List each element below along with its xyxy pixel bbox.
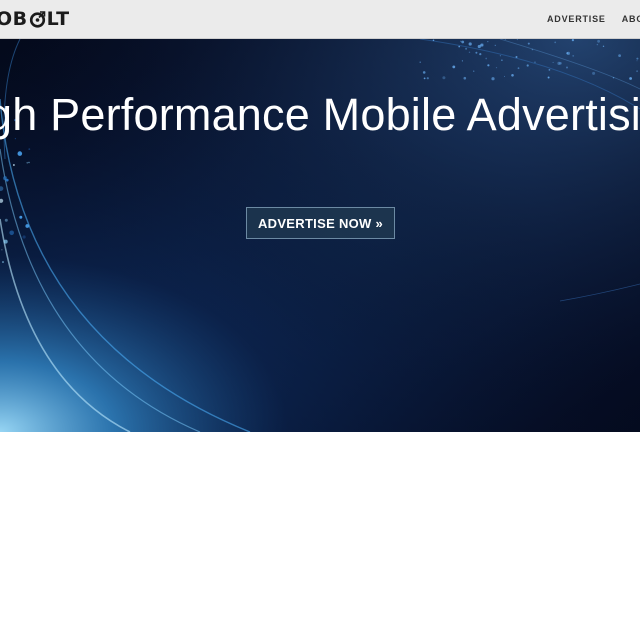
particle-dot — [596, 43, 599, 46]
particle-dot — [554, 41, 557, 44]
brand-logo[interactable]: OB LT — [0, 7, 70, 31]
hero-banner: gh Performance Mobile Advertising ADVERT… — [0, 39, 640, 432]
particle-dot — [25, 224, 30, 228]
particle-dot — [19, 215, 23, 219]
particle-dot — [463, 76, 467, 80]
particle-dot — [636, 70, 638, 73]
particle-dot — [504, 75, 505, 77]
particle-dot — [465, 47, 468, 50]
particle-dot — [452, 65, 456, 69]
particle-dot — [473, 70, 475, 72]
particle-dot — [501, 59, 503, 61]
logo-letters-lt: LT — [46, 8, 70, 30]
particle-dot — [475, 51, 478, 54]
particle-dot — [547, 76, 550, 79]
hero-title: gh Performance Mobile Advertising — [0, 89, 640, 140]
particle-dot — [26, 161, 29, 164]
particle-dot — [566, 66, 568, 69]
particle-dot — [487, 41, 489, 43]
particle-dot — [17, 151, 23, 156]
top-navbar: OB LT ADVERTISE ABOUT — [0, 0, 640, 39]
nav-item-advertise[interactable]: ADVERTISE — [547, 14, 606, 24]
nav-item-about[interactable]: ABOUT — [622, 14, 640, 24]
particle-dot — [527, 42, 530, 45]
particle-dot — [442, 76, 446, 80]
particle-dot — [432, 39, 435, 42]
particle-dot — [618, 54, 621, 57]
particle-dot — [566, 52, 569, 55]
particle-dot — [422, 71, 426, 74]
advertise-now-button[interactable]: ADVERTISE NOW » — [246, 207, 395, 239]
particle-dot — [636, 60, 638, 62]
particle-dot — [479, 53, 482, 56]
particle-dot — [4, 218, 8, 222]
particle-dot — [5, 178, 9, 182]
particle-dot — [419, 61, 421, 63]
particle-dot — [597, 39, 600, 43]
particle-dot — [499, 55, 501, 57]
particle-dot — [3, 239, 8, 244]
particle-dot — [1, 249, 3, 251]
particle-dot — [548, 69, 551, 71]
particle-dot — [534, 61, 536, 63]
particle-dot — [636, 57, 639, 60]
particle-dot — [468, 51, 471, 53]
particle-dot — [468, 42, 472, 46]
particle-dot — [571, 39, 575, 42]
page-content-area — [0, 432, 640, 640]
particle-dot — [572, 55, 575, 57]
particle-dot — [426, 77, 429, 80]
particle-dot — [13, 164, 15, 166]
particle-dot — [517, 67, 520, 70]
particle-dot — [461, 40, 465, 44]
particle-dot — [629, 77, 632, 80]
particle-dot — [495, 67, 498, 69]
particle-dot — [491, 77, 495, 81]
particle-dot — [526, 64, 529, 67]
particle-dot — [423, 77, 426, 80]
nav-links: ADVERTISE ABOUT — [547, 0, 640, 38]
particle-dot — [477, 44, 481, 49]
particle-dot — [515, 56, 518, 58]
bolt-target-o-icon — [29, 10, 46, 28]
particle-dot — [511, 74, 514, 77]
particle-dot — [602, 45, 605, 47]
particle-dot — [2, 261, 4, 263]
particle-dot — [612, 77, 615, 79]
particle-dot — [552, 61, 554, 63]
particle-dot — [22, 235, 26, 239]
particle-dot — [516, 39, 518, 41]
particle-dot — [592, 71, 596, 75]
particle-dot — [531, 48, 534, 51]
logo-letter-o: O — [0, 8, 13, 30]
particle-dot — [9, 230, 14, 236]
logo-letter-b: B — [12, 8, 28, 30]
particle-dot — [28, 161, 30, 164]
particle-dot — [480, 43, 484, 47]
particle-dot — [487, 64, 490, 67]
particle-dot — [557, 61, 561, 65]
particle-dot — [485, 57, 488, 60]
particle-dot — [458, 45, 461, 48]
particle-dot — [494, 44, 496, 47]
particle-dot — [461, 60, 463, 62]
particle-dot — [28, 148, 31, 150]
particle-dot — [460, 40, 462, 42]
